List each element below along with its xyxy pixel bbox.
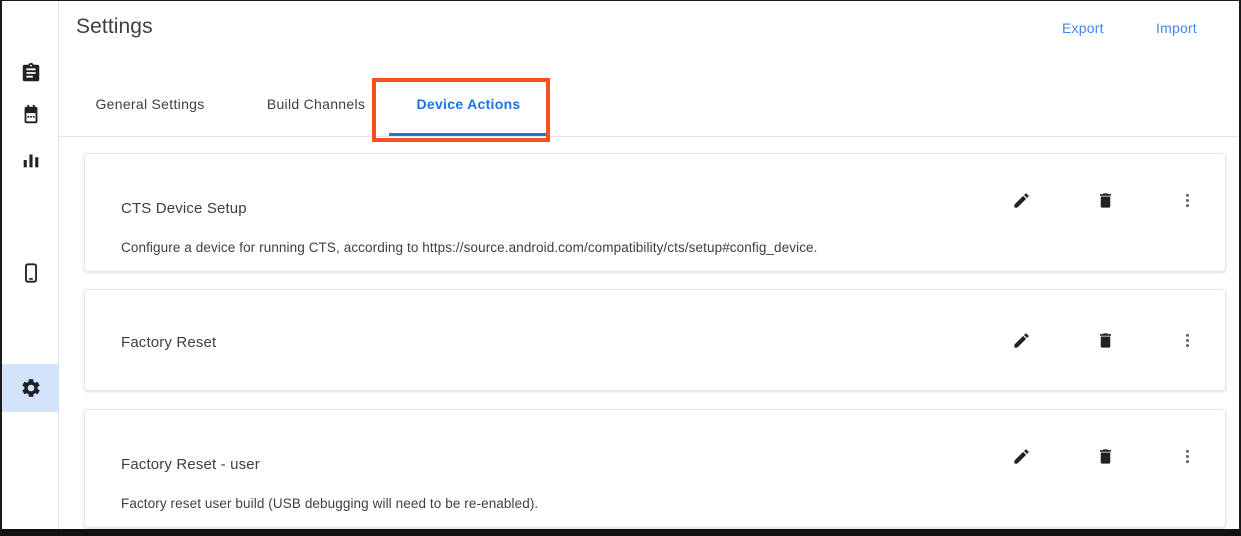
device-action-title: CTS Device Setup (121, 200, 247, 217)
device-action-card[interactable]: Factory Reset (84, 289, 1226, 391)
more-vert-icon (1178, 331, 1197, 350)
device-action-description: Configure a device for running CTS, acco… (121, 240, 818, 255)
import-button[interactable]: Import (1156, 20, 1197, 36)
tab-device-actions[interactable]: Device Actions (381, 72, 556, 136)
page-header: Settings Export Import (59, 1, 1239, 72)
tab-bar: General Settings Build Channels Device A… (59, 72, 1239, 142)
sidebar-item-settings[interactable] (2, 364, 59, 412)
pencil-edit-icon (1012, 447, 1031, 466)
sidebar-item-results[interactable] (2, 136, 59, 184)
trash-delete-icon (1096, 331, 1115, 350)
page-title: Settings (76, 15, 153, 38)
edit-action-button[interactable] (1001, 320, 1041, 360)
more-options-button[interactable] (1167, 320, 1207, 360)
trash-delete-icon (1096, 191, 1115, 210)
device-action-description: Factory reset user build (USB debugging … (121, 496, 539, 511)
export-button[interactable]: Export (1062, 20, 1104, 36)
assignment-clipboard-icon (20, 62, 42, 84)
app-window: Settings Export Import General Settings … (0, 0, 1241, 536)
device-actions-list: CTS Device Setup Configure a device for … (59, 137, 1239, 529)
edit-action-button[interactable] (1001, 437, 1041, 477)
card-action-group (1001, 290, 1225, 390)
delete-action-button[interactable] (1085, 320, 1125, 360)
device-action-card[interactable]: CTS Device Setup Configure a device for … (84, 153, 1226, 272)
delete-action-button[interactable] (1085, 437, 1125, 477)
gear-settings-icon (20, 377, 42, 399)
tab-general-settings[interactable]: General Settings (73, 72, 227, 136)
device-action-title: Factory Reset - user (121, 456, 260, 473)
more-options-button[interactable] (1167, 181, 1207, 221)
main-panel: Settings Export Import General Settings … (59, 1, 1239, 529)
device-action-title: Factory Reset (121, 334, 217, 351)
device-action-card[interactable]: Factory Reset - user Factory reset user … (84, 409, 1226, 528)
more-vert-icon (1178, 191, 1197, 210)
delete-action-button[interactable] (1085, 181, 1125, 221)
edit-action-button[interactable] (1001, 181, 1041, 221)
sidebar-item-schedules[interactable] (2, 91, 59, 139)
calendar-icon (20, 104, 42, 126)
more-vert-icon (1178, 447, 1197, 466)
more-options-button[interactable] (1167, 437, 1207, 477)
sidebar-item-devices[interactable] (2, 249, 59, 297)
sidebar-item-test-runs[interactable] (2, 49, 59, 97)
phone-device-icon (20, 262, 42, 284)
trash-delete-icon (1096, 447, 1115, 466)
left-nav-rail (2, 1, 59, 529)
tab-build-channels[interactable]: Build Channels (241, 72, 391, 136)
card-action-group (1001, 142, 1225, 259)
pencil-edit-icon (1012, 191, 1031, 210)
pencil-edit-icon (1012, 331, 1031, 350)
bar-chart-icon (20, 149, 42, 171)
card-action-group (1001, 398, 1225, 515)
